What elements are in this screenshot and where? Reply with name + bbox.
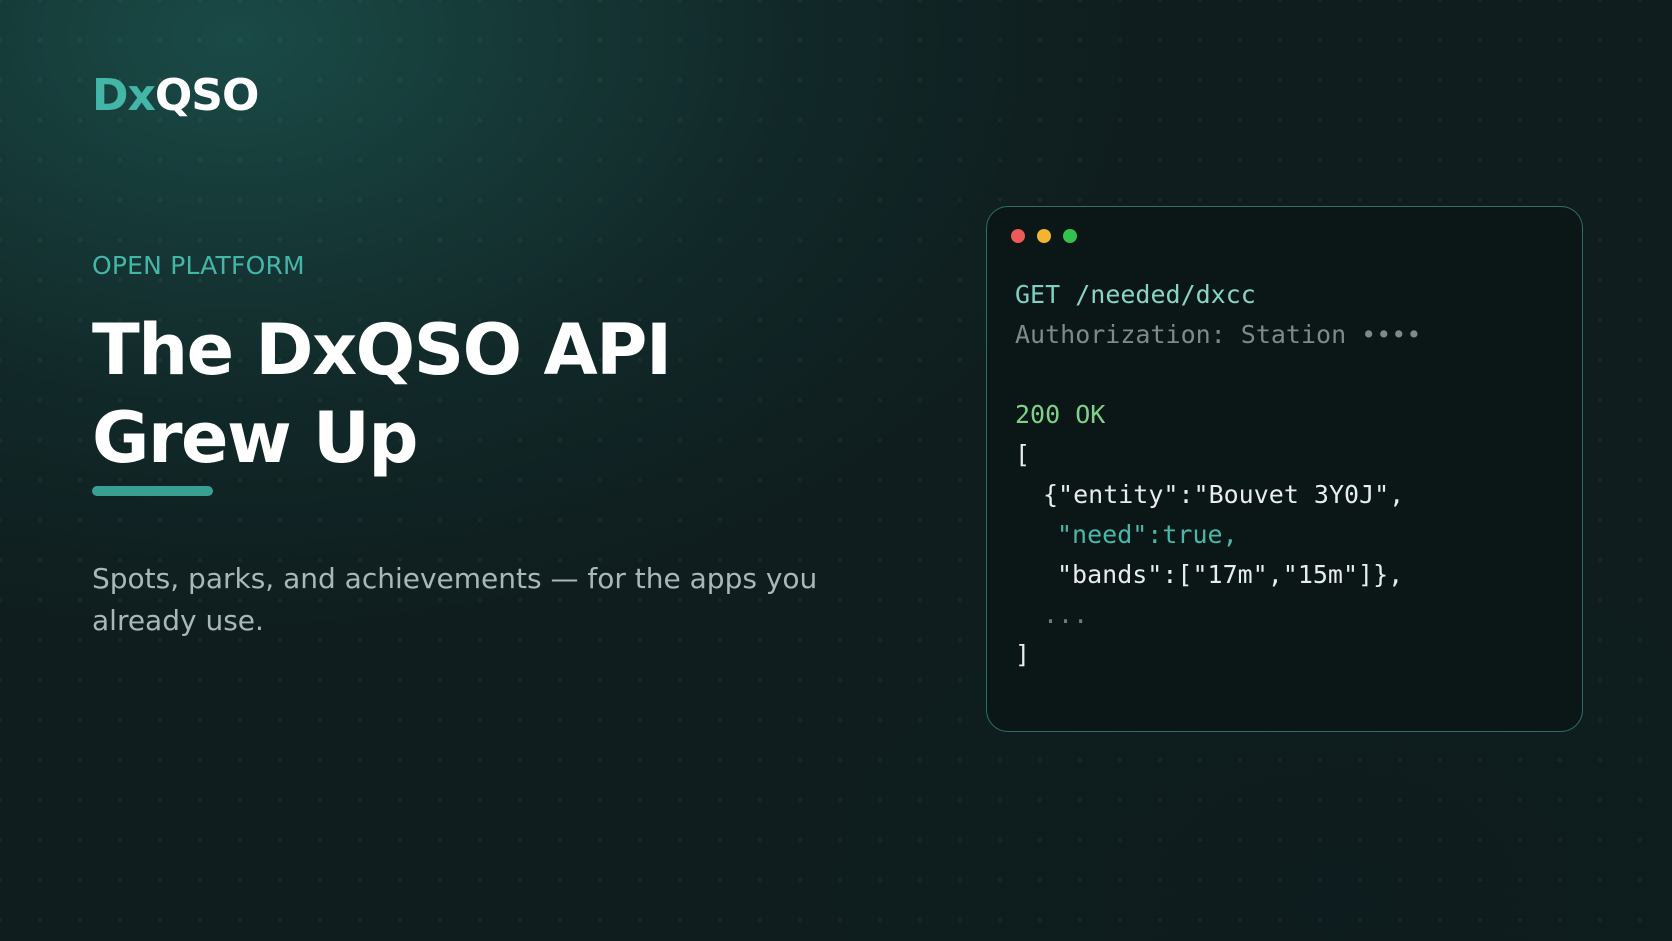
page-title: The DxQSO API Grew Up xyxy=(92,306,852,482)
subtitle: Spots, parks, and achievements — for the… xyxy=(92,562,818,637)
json-ellipsis: ... xyxy=(1043,600,1089,629)
eyebrow-label: OPEN PLATFORM xyxy=(92,251,305,280)
json-need-line: "need":true, xyxy=(1057,520,1238,549)
request-line: GET /needed/dxcc xyxy=(1015,275,1421,315)
json-open-bracket: [ xyxy=(1015,440,1031,469)
json-bands-line: "bands":["17m","15m"]}, xyxy=(1057,560,1404,589)
request-path: /needed/dxcc xyxy=(1075,280,1256,309)
title-underline-accent xyxy=(92,486,213,496)
minimize-dot-icon xyxy=(1037,229,1051,243)
code-block: GET /needed/dxcc Authorization: Station … xyxy=(1015,275,1421,675)
terminal-window: GET /needed/dxcc Authorization: Station … xyxy=(986,206,1583,732)
close-dot-icon xyxy=(1011,229,1025,243)
dxqso-logo[interactable]: DxQSO xyxy=(92,68,259,124)
headline-line-1: The DxQSO API xyxy=(92,309,672,391)
json-entity-line: {"entity":"Bouvet 3Y0J", xyxy=(1043,480,1405,509)
logo-part-dx: Dx xyxy=(92,70,156,121)
headline-line-2: Grew Up xyxy=(92,397,418,479)
status-line: 200 OK xyxy=(1015,400,1106,429)
window-controls xyxy=(1011,229,1077,243)
logo-part-qso: QSO xyxy=(154,70,259,121)
request-method: GET xyxy=(1015,280,1061,309)
auth-header-line: Authorization: Station •••• xyxy=(1015,320,1422,349)
json-close-bracket: ] xyxy=(1015,640,1031,669)
maximize-dot-icon xyxy=(1063,229,1077,243)
